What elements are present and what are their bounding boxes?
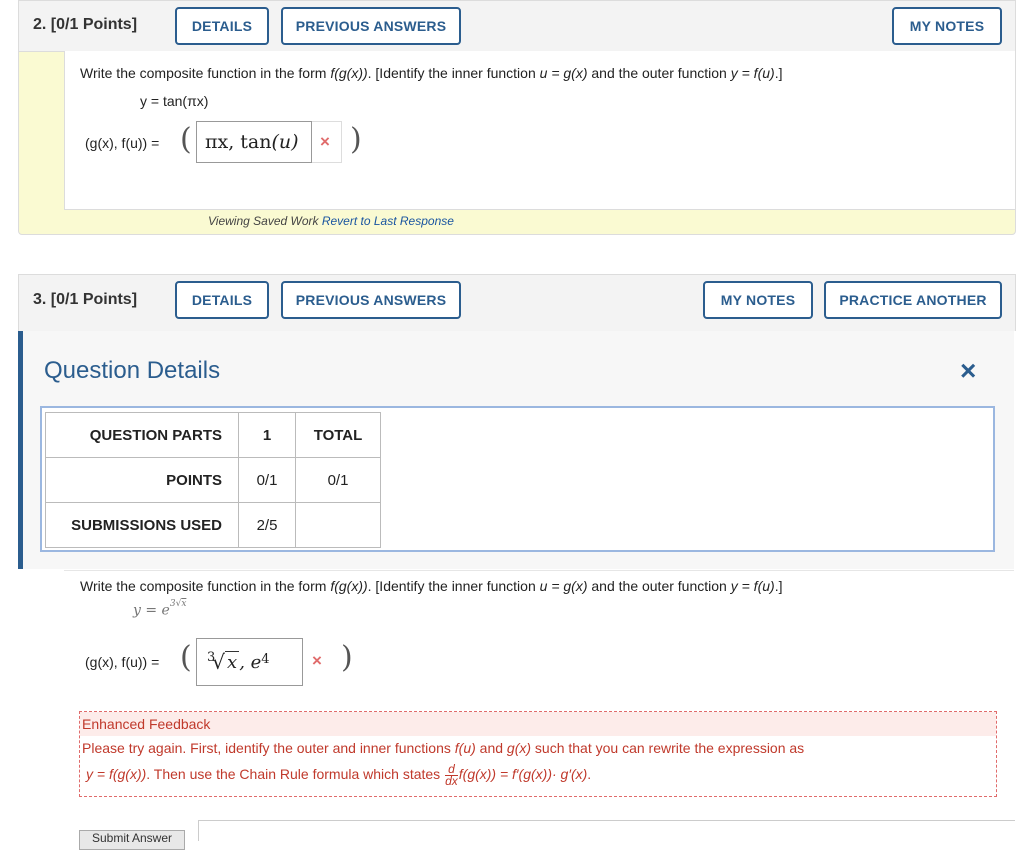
q2-prompt-d: .] bbox=[774, 65, 783, 81]
q2-prompt-a: Write the composite function in the form bbox=[80, 65, 331, 81]
q2-viewing-text: Viewing Saved Work bbox=[208, 214, 319, 228]
table-cell: 2/5 bbox=[238, 502, 296, 548]
q2-incorrect-icon: × bbox=[320, 132, 330, 151]
q2-prompt-c: and the outer function bbox=[587, 65, 731, 81]
q3-close-paren: ) bbox=[341, 640, 353, 675]
question-details-table: QUESTION PARTS 1 TOTAL POINTS 0/1 0/1 SU… bbox=[45, 412, 381, 548]
q3-answer-box[interactable]: 3 √ x , e4 bbox=[196, 638, 303, 686]
feedback-line1b: f(u) bbox=[454, 740, 476, 756]
derivative-denominator: dx bbox=[445, 774, 458, 788]
feedback-line2b: . Then use the Chain Rule formula which … bbox=[146, 766, 445, 783]
feedback-line1a: Please try again. First, identify the ou… bbox=[82, 740, 455, 756]
q2-revert-link[interactable]: Revert to Last Response bbox=[322, 214, 454, 228]
q2-points: [0/1 Points] bbox=[50, 16, 138, 33]
q3-prompt-u: u = g(x) bbox=[539, 578, 588, 594]
table-row: POINTS 0/1 0/1 bbox=[45, 457, 381, 503]
q2-previous-answers-button[interactable]: PREVIOUS ANSWERS bbox=[281, 7, 461, 45]
feedback-line2d: . bbox=[587, 766, 592, 783]
q3-equation: y = e3√x bbox=[133, 599, 187, 619]
q3-equation-base: y = e bbox=[133, 602, 170, 619]
table-cell: POINTS bbox=[45, 457, 239, 503]
question-details-accent bbox=[18, 331, 23, 569]
q2-number: 2. [0/1 Points] bbox=[33, 16, 137, 34]
table-cell bbox=[295, 502, 381, 548]
q2-pair-label: (g(x), f(u)) = bbox=[85, 135, 160, 151]
q3-prompt-c: and the outer function bbox=[587, 578, 731, 594]
table-cell: 0/1 bbox=[238, 457, 296, 503]
q2-equation: y = tan(πx) bbox=[140, 93, 209, 109]
table-row: QUESTION PARTS 1 TOTAL bbox=[45, 412, 381, 458]
q2-details-button[interactable]: DETAILS bbox=[175, 7, 269, 45]
q2-prompt: Write the composite function in the form… bbox=[80, 65, 782, 81]
q3-prompt-fg: f(g(x)) bbox=[330, 578, 368, 594]
q3-number-text: 3. bbox=[33, 291, 47, 308]
question-details-title: Question Details bbox=[44, 357, 221, 384]
q2-number-text: 2. bbox=[33, 16, 47, 33]
q3-answer-rad: x bbox=[225, 651, 240, 673]
table-cell: 1 bbox=[238, 412, 296, 458]
close-icon[interactable]: × bbox=[960, 355, 976, 387]
feedback-line1c: and bbox=[475, 740, 507, 756]
table-row: SUBMISSIONS USED 2/5 bbox=[45, 502, 381, 548]
q2-answer-a: πx, tan bbox=[205, 131, 272, 153]
q2-header-bar bbox=[18, 0, 1016, 53]
q3-equation-exp-rad: x bbox=[181, 599, 187, 609]
q3-answer-sep: , e bbox=[239, 651, 262, 673]
feedback-line2c: f(g(x)) = f′(g(x))· g′(x) bbox=[458, 766, 588, 783]
feedback-title: Enhanced Feedback bbox=[80, 712, 996, 736]
q3-practice-another-button[interactable]: PRACTICE ANOTHER bbox=[824, 281, 1002, 319]
enhanced-feedback-box: Enhanced Feedback Please try again. Firs… bbox=[79, 711, 997, 797]
q2-my-notes-button[interactable]: MY NOTES bbox=[892, 7, 1002, 45]
q3-points: [0/1 Points] bbox=[50, 291, 138, 308]
feedback-line2a: y = f(g(x)) bbox=[86, 766, 147, 783]
q3-incorrect-icon: × bbox=[312, 651, 322, 670]
q3-prompt-b: . [Identify the inner function bbox=[367, 578, 540, 594]
table-cell: SUBMISSIONS USED bbox=[45, 502, 239, 548]
q3-content bbox=[64, 570, 1014, 841]
q2-prompt-u: u = g(x) bbox=[539, 65, 588, 81]
submit-answer-button[interactable]: Submit Answer bbox=[79, 830, 185, 850]
q2-answer-b: (u) bbox=[271, 131, 299, 153]
q3-prompt-y: y = f(u) bbox=[730, 578, 775, 594]
q3-equation-exp-index: 3 bbox=[169, 599, 176, 609]
feedback-line-1: Please try again. First, identify the ou… bbox=[80, 736, 996, 756]
q2-open-paren: ( bbox=[180, 122, 192, 157]
q3-number: 3. [0/1 Points] bbox=[33, 291, 137, 309]
question-details-table-wrap: QUESTION PARTS 1 TOTAL POINTS 0/1 0/1 SU… bbox=[40, 406, 995, 552]
q2-answer-box[interactable]: πx, tan (u) bbox=[196, 121, 312, 163]
feedback-line1e: such that you can rewrite the expression… bbox=[531, 740, 805, 756]
q3-prompt-a: Write the composite function in the form bbox=[80, 578, 331, 594]
q2-prompt-y: y = f(u) bbox=[730, 65, 775, 81]
table-cell: QUESTION PARTS bbox=[45, 412, 239, 458]
q3-prompt: Write the composite function in the form… bbox=[80, 578, 782, 594]
q2-prompt-b: . [Identify the inner function bbox=[367, 65, 540, 81]
q3-answer-exp: 4 bbox=[261, 651, 270, 667]
q3-details-button[interactable]: DETAILS bbox=[175, 281, 269, 319]
feedback-line-2: y = f(g(x)). Then use the Chain Rule for… bbox=[80, 756, 996, 787]
q3-my-notes-button[interactable]: MY NOTES bbox=[703, 281, 813, 319]
q2-viewing-line: Viewing Saved Work Revert to Last Respon… bbox=[208, 214, 454, 228]
table-cell: 0/1 bbox=[295, 457, 381, 503]
q3-open-paren: ( bbox=[180, 640, 192, 675]
q3-prompt-d: .] bbox=[774, 578, 783, 594]
q3-previous-answers-button[interactable]: PREVIOUS ANSWERS bbox=[281, 281, 461, 319]
table-cell: TOTAL bbox=[295, 412, 381, 458]
q3-answer-index: 3 bbox=[207, 649, 216, 665]
derivative-fraction: d dx bbox=[445, 763, 458, 788]
q3-pair-label: (g(x), f(u)) = bbox=[85, 654, 160, 670]
submit-area-divider bbox=[198, 820, 1015, 841]
q2-prompt-fg: f(g(x)) bbox=[330, 65, 368, 81]
q2-close-paren: ) bbox=[350, 122, 362, 157]
feedback-line1d: g(x) bbox=[506, 740, 532, 756]
